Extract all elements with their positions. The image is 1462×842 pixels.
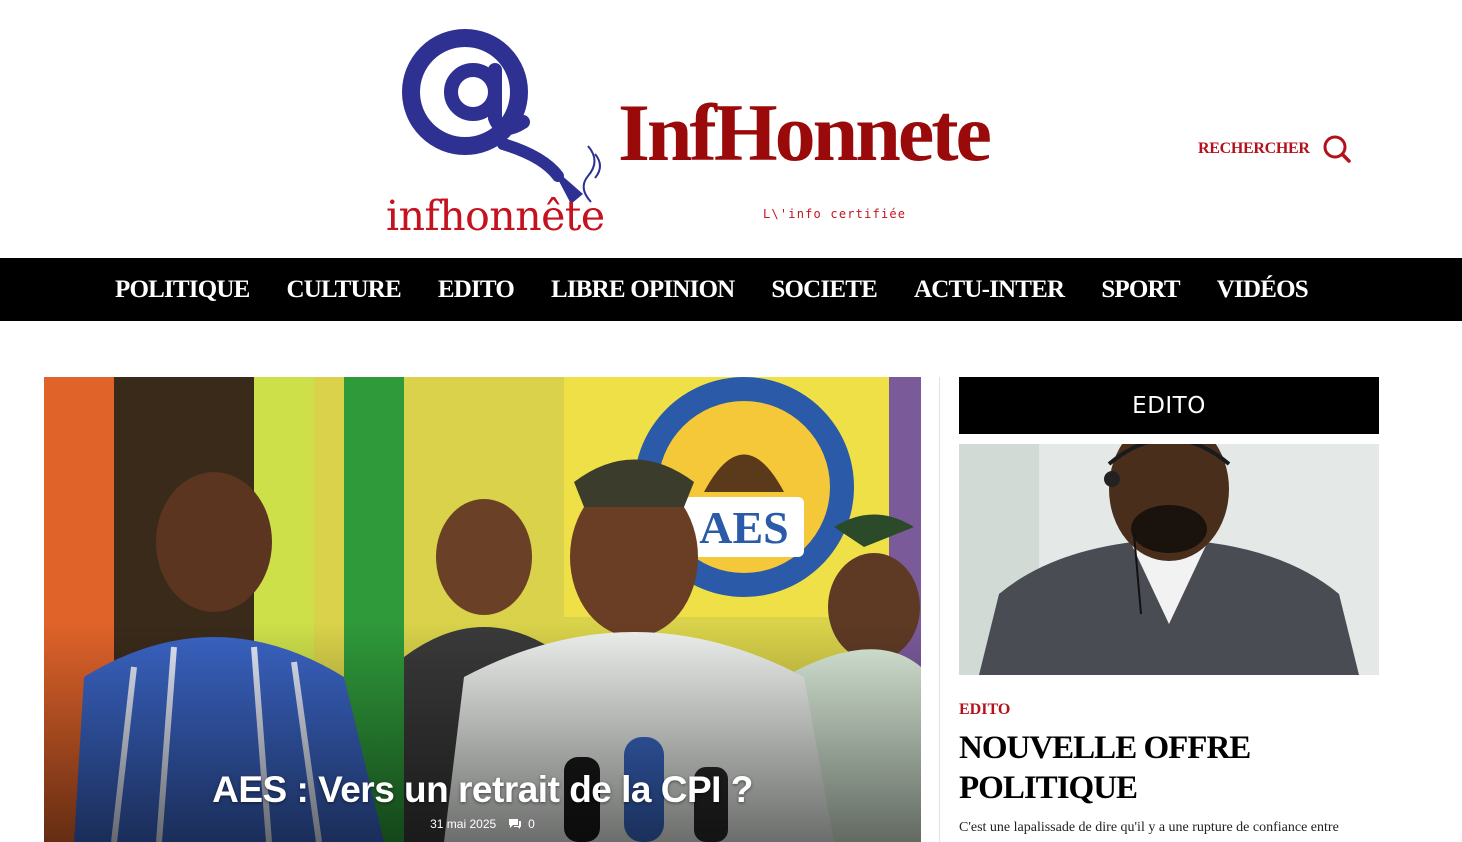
comment-icon <box>509 819 522 829</box>
column-divider <box>939 377 940 842</box>
edito-article-excerpt: C'est une lapalissade de dire qu'il y a … <box>959 820 1339 835</box>
comment-count-link[interactable]: 0 <box>508 817 535 831</box>
nav-item-edito[interactable]: EDITO <box>438 276 515 304</box>
edito-article-image[interactable] <box>959 444 1379 675</box>
site-tagline: L\'info certifiée <box>763 207 907 221</box>
sidebar-heading: EDITO <box>959 377 1379 434</box>
nav-item-societe[interactable]: SOCIETE <box>771 276 877 304</box>
search-button[interactable]: RECHERCHER <box>1198 134 1352 164</box>
featured-article[interactable]: AES AES : Vers un retrait de la CPI ? 31… <box>44 377 921 842</box>
nav-item-politique[interactable]: POLITIQUE <box>115 276 250 304</box>
nav-item-actu-inter[interactable]: ACTU-INTER <box>914 276 1065 304</box>
search-label: RECHERCHER <box>1198 140 1310 157</box>
nav-item-videos[interactable]: VIDÉOS <box>1217 276 1309 304</box>
site-title[interactable]: InfHonnete <box>618 92 992 174</box>
comment-count: 0 <box>528 817 535 831</box>
nav-item-culture[interactable]: CULTURE <box>287 276 402 304</box>
nav-item-sport[interactable]: SPORT <box>1101 276 1180 304</box>
edito-category-link[interactable]: EDITO <box>959 701 1010 719</box>
banner-text: AES <box>699 502 788 553</box>
main-nav: POLITIQUE CULTURE EDITO LIBRE OPINION SO… <box>0 258 1462 321</box>
featured-article-title[interactable]: AES : Vers un retrait de la CPI ? <box>44 769 921 811</box>
logo-wordmark: infhonnête <box>386 192 605 240</box>
featured-article-meta: 31 mai 2025 0 <box>44 817 921 831</box>
search-icon[interactable] <box>1322 134 1352 164</box>
site-header: infhonnête InfHonnete L\'info certifiée … <box>0 0 1462 258</box>
edito-article-title[interactable]: NOUVELLE OFFRE POLITIQUE <box>959 728 1379 808</box>
nav-item-libre-opinion[interactable]: LIBRE OPINION <box>551 276 735 304</box>
nav-list: POLITIQUE CULTURE EDITO LIBRE OPINION SO… <box>115 258 1345 321</box>
article-date: 31 mai 2025 <box>430 817 497 831</box>
